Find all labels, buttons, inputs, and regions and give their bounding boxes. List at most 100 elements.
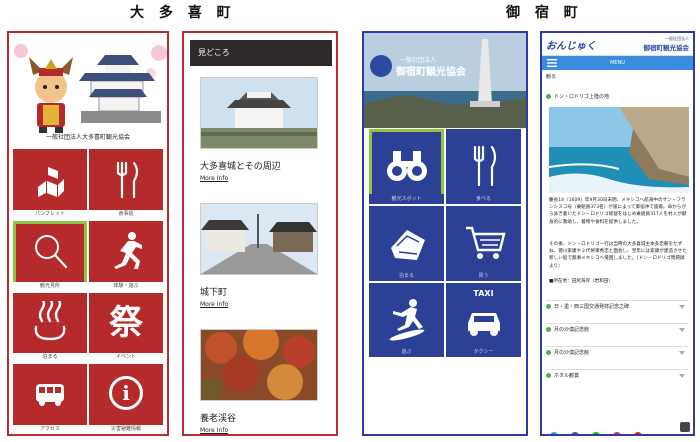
green-dot-icon <box>546 94 551 99</box>
onjuku-tile-shopping[interactable]: 買う <box>446 205 521 281</box>
surfer-icon <box>389 298 424 340</box>
otaki-tile-pamphlet[interactable]: パンフレット <box>13 149 87 219</box>
instagram-icon[interactable] <box>613 432 622 434</box>
otaki-tile-access[interactable]: アクセス <box>13 364 87 434</box>
chevron-down-icon <box>679 351 685 355</box>
list-item-title: 養老渓谷 <box>200 414 237 424</box>
pamphlet-icon <box>38 167 64 197</box>
chevron-down-icon <box>679 374 685 378</box>
tile-label: 泊まる <box>13 353 87 363</box>
otaki-tile-disaster-info[interactable]: i 災害避難情報 <box>89 364 163 434</box>
binoculars-icon <box>386 151 427 181</box>
onjuku-tile-taxi[interactable]: TAXI タクシー <box>446 282 521 358</box>
tile-label: アクセス <box>13 425 87 434</box>
onjuku-tile-dining[interactable]: 食べる <box>446 129 521 204</box>
facebook-icon[interactable] <box>571 432 580 434</box>
matsuri-kanji-icon: 祭 <box>109 302 143 343</box>
tile-label: タクシー <box>446 347 521 358</box>
onjuku-tile-play[interactable]: 遊ぶ <box>369 282 444 358</box>
onjuku-home-screen: 一般社団法人 御宿町観光協会 観光スポット 食べる 泊まる 買う 遊ぶ TAXI… <box>362 31 528 436</box>
menu-label: MENU <box>610 60 625 66</box>
chevron-down-icon <box>679 305 685 309</box>
list-item[interactable]: 大多喜城とその周辺 More Info <box>200 77 318 182</box>
otaki-menu-grid: パンフレット 食事処 観光見所 体験・遊ぶ 泊まる 祭 イベント アクセス i … <box>13 149 163 434</box>
social-links <box>550 425 690 434</box>
otaki-list-header: 見どころ <box>190 40 332 66</box>
running-person-icon <box>114 231 142 269</box>
twitter-icon[interactable] <box>550 432 558 434</box>
more-info-link[interactable]: More Info <box>200 175 318 182</box>
onjuku-banner-logo-badge <box>370 55 392 77</box>
tile-label: 観光見所 <box>13 281 87 291</box>
list-item[interactable]: 養老渓谷 More Info <box>199 324 318 434</box>
breadcrumb[interactable]: 観る <box>546 73 556 80</box>
tile-label: 観光スポット <box>369 193 444 204</box>
section-header[interactable]: 月の沙漠記念館 <box>546 323 688 336</box>
green-dot-icon <box>546 327 551 332</box>
hot-spring-icon <box>34 300 66 340</box>
section-title: 月の沙漠記念館 <box>554 350 590 356</box>
fork-knife-icon <box>473 145 496 187</box>
tile-label: 食べる <box>446 193 521 204</box>
list-item[interactable]: 城下町 More Info <box>200 203 318 308</box>
bag-icon <box>390 229 425 260</box>
chevron-down-icon <box>679 328 685 332</box>
otaki-tile-lodging[interactable]: 泊まる <box>13 292 87 363</box>
otaki-tile-events[interactable]: 祭 イベント <box>89 292 163 363</box>
info-glyph: i <box>122 381 130 406</box>
taxi-icon <box>467 312 500 336</box>
onjuku-title: 御 宿 町 <box>506 5 583 21</box>
coast-cliff-photo <box>549 107 689 193</box>
tile-label: イベント <box>89 353 163 363</box>
more-info-link[interactable]: More Info <box>200 427 318 434</box>
otaki-tile-dining[interactable]: 食事処 <box>89 149 163 219</box>
history-paragraph-1: 慶長14（1609）年9月30日未明、メキシコへ航海中のサン・フランシスコ号（乗… <box>549 198 687 225</box>
section-header-don-rodrigo[interactable]: ドン・ロドリゴ上陸の地 <box>546 91 688 103</box>
info-icon: i <box>109 376 143 411</box>
onjuku-coast-banner-image <box>364 33 526 128</box>
section-title: ホタル観賞 <box>554 373 580 379</box>
otaki-home-screen: 一般社団法人大多喜町観光協会 パンフレット 食事処 観光見所 体験・遊ぶ 泊まる… <box>7 31 169 436</box>
otaki-tile-sightseeing[interactable]: 観光見所 <box>13 220 87 291</box>
onjuku-detail-header: おんじゅく 一般社団法人 御宿町観光協会 <box>542 33 693 56</box>
section-title: ドン・ロドリゴ上陸の地 <box>554 94 610 100</box>
onjuku-detail-screen: おんじゅく 一般社団法人 御宿町観光協会 MENU 観る ドン・ロドリゴ上陸の地… <box>540 31 695 436</box>
onjuku-assoc-large: 御宿町観光協会 <box>643 44 690 52</box>
fork-knife-icon <box>116 161 139 199</box>
line-icon[interactable] <box>592 432 601 434</box>
section-header[interactable]: ホタル観賞 <box>546 369 688 382</box>
bus-icon <box>36 384 64 407</box>
location-text: ■所在地：田尻海岸（岩和田） <box>549 279 614 284</box>
onjuku-tile-lodging[interactable]: 泊まる <box>369 205 444 281</box>
menu-bar[interactable]: MENU <box>542 56 693 70</box>
otaki-highlights-screen: 見どころ 大多喜城とその周辺 More Info 城下町 More Info 養… <box>182 31 338 436</box>
section-header[interactable]: 日・墨・西三国交通発祥記念之碑 <box>546 300 688 313</box>
section-title: 月の沙漠記念館 <box>554 327 590 333</box>
green-dot-icon <box>546 373 551 378</box>
tile-label: 体験・遊ぶ <box>89 281 163 291</box>
otaki-tile-activities[interactable]: 体験・遊ぶ <box>89 220 163 291</box>
list-item-title: 城下町 <box>200 288 228 298</box>
otaki-title: 大 多 喜 町 <box>130 5 236 21</box>
more-info-link[interactable]: More Info <box>200 301 318 308</box>
list-item-title: 大多喜城とその周辺 <box>200 162 281 172</box>
tile-label: 買う <box>446 270 521 281</box>
yoro-gorge-photo <box>199 324 318 402</box>
otaki-association-name: 一般社団法人大多喜町観光協会 <box>45 134 130 141</box>
section-header[interactable]: 月の沙漠記念館 <box>546 346 688 359</box>
tile-label: 遊ぶ <box>369 347 444 358</box>
tile-label: 災害避難情報 <box>89 425 163 434</box>
youtube-icon[interactable] <box>634 432 643 434</box>
history-paragraph-2: その後、ドン・ロドリゴ一行は当時の大多喜城主本多忠朝をたずね、徳川家康や２代将軍… <box>549 242 687 269</box>
section-title: 日・墨・西三国交通発祥記念之碑 <box>554 304 630 310</box>
onjuku-tile-sightseeing[interactable]: 観光スポット <box>369 129 444 204</box>
onjuku-logo[interactable]: おんじゅく <box>546 37 596 52</box>
otaki-hero: 一般社団法人大多喜町観光協会 <box>9 33 167 145</box>
green-dot-icon <box>546 350 551 355</box>
taxi-sign-text: TAXI <box>473 288 494 298</box>
tile-label: パンフレット <box>13 209 87 219</box>
search-icon <box>35 234 68 268</box>
green-dot-icon <box>546 304 551 309</box>
onjuku-banner-large: 御宿町観光協会 <box>396 67 466 78</box>
scroll-to-top-button[interactable] <box>680 422 690 432</box>
